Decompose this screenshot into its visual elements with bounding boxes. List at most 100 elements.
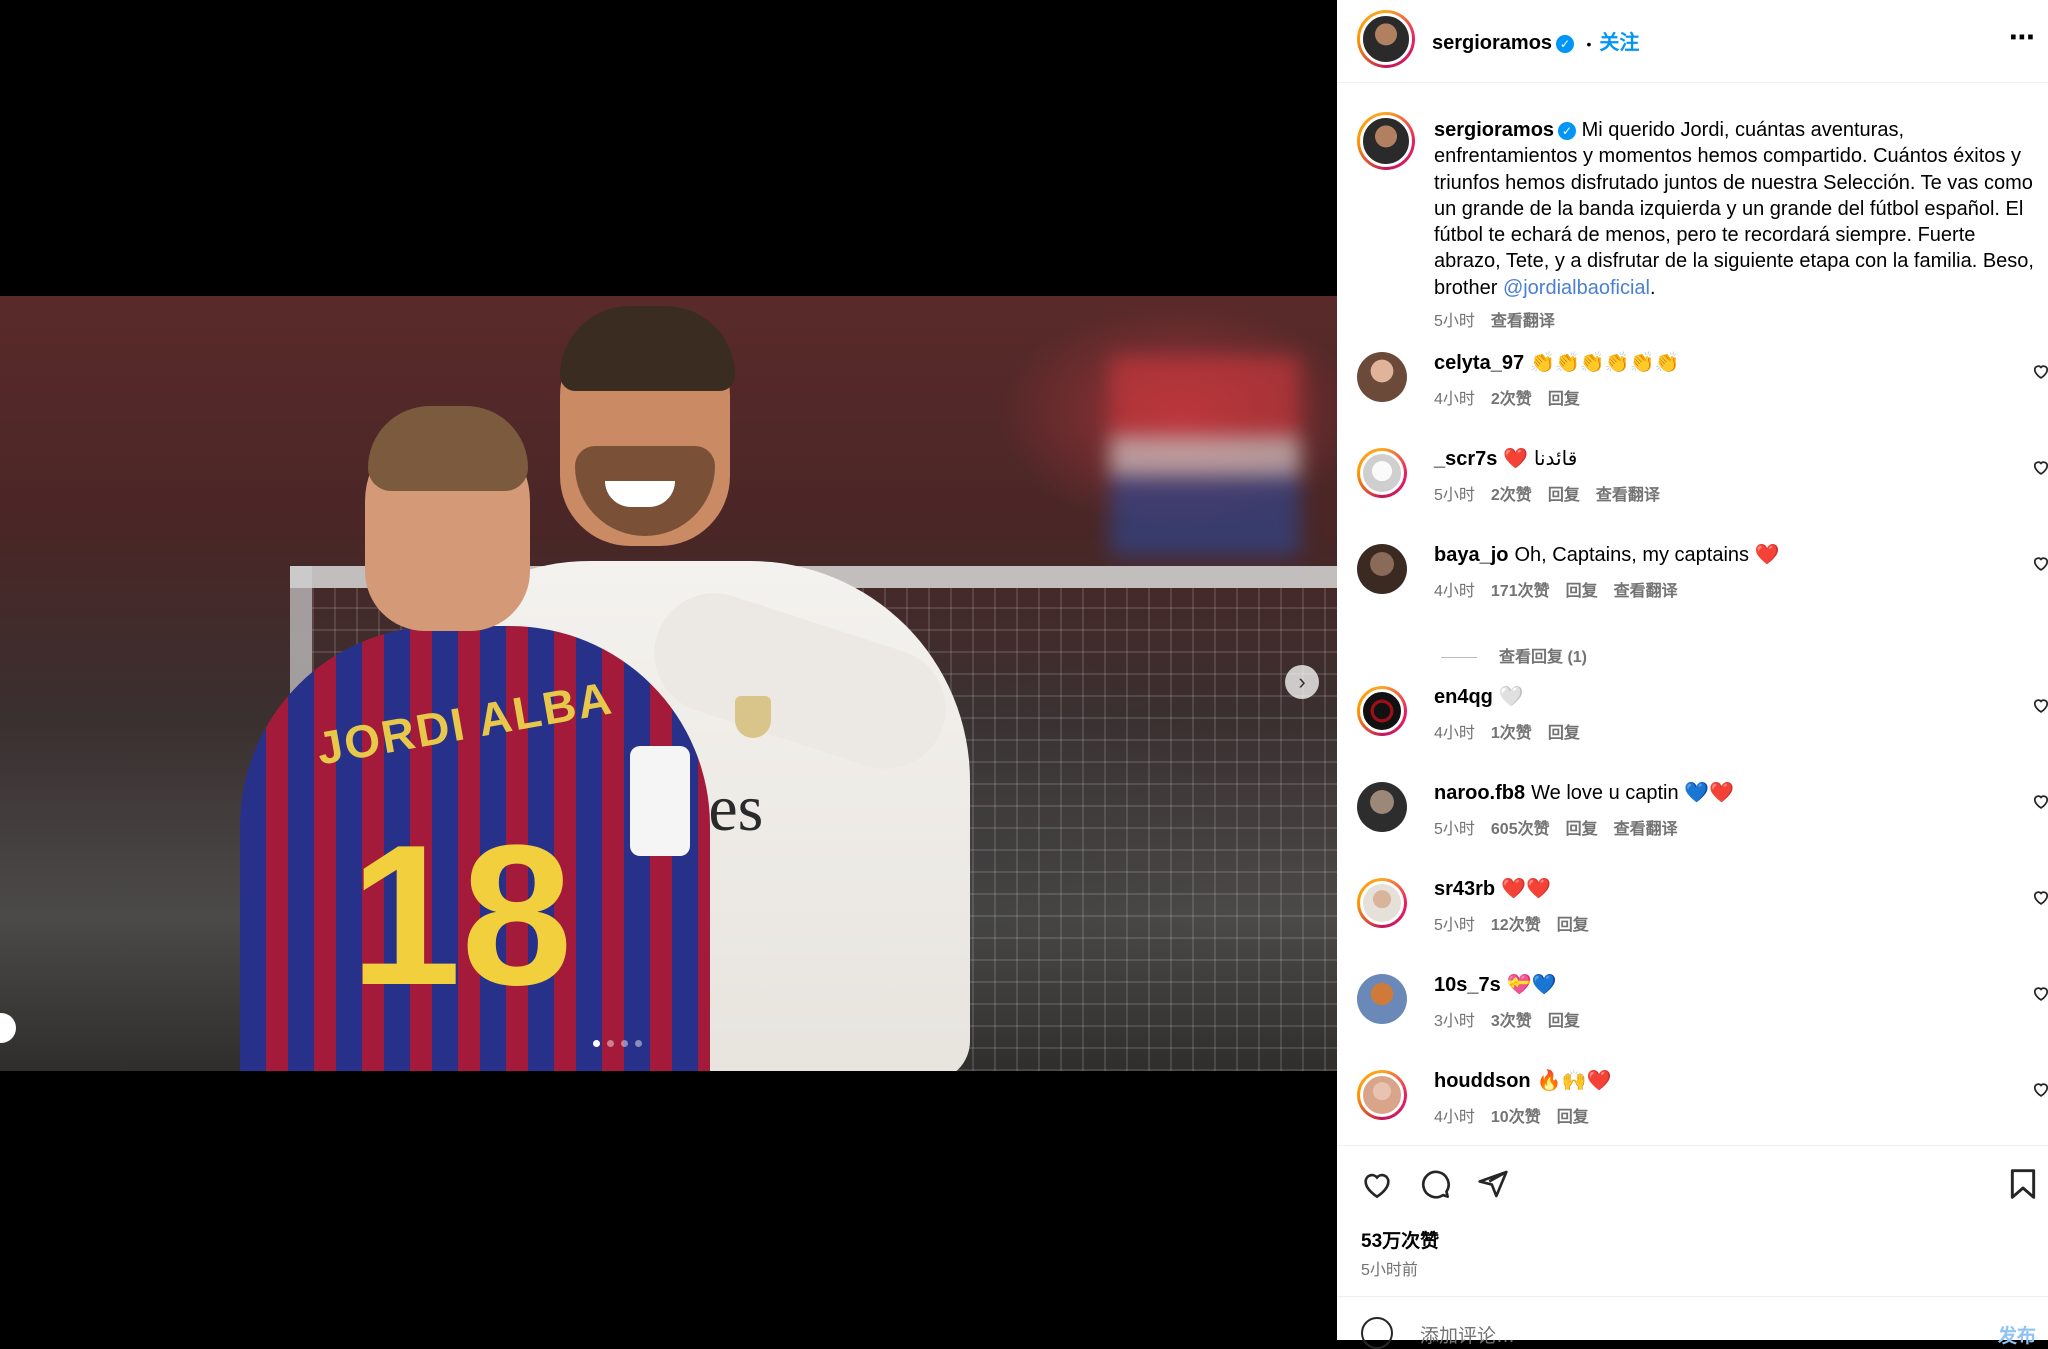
view-replies-link[interactable]: 查看回复 (1) [1441, 643, 1587, 667]
follow-button[interactable]: 关注 [1599, 32, 1639, 54]
comment-avatar[interactable] [1357, 686, 1407, 736]
like-count[interactable]: 53万次赞 [1361, 1226, 1439, 1253]
comment-username[interactable]: celyta_97 [1434, 352, 1524, 374]
comment-time[interactable]: 4小时 [1434, 391, 1475, 408]
comment-username[interactable]: baya_jo [1434, 544, 1508, 566]
comment-item: sr43rb ❤️❤️ 5小时 12次赞 回复 [1337, 876, 2048, 972]
caption-time[interactable]: 5小时 [1434, 313, 1475, 330]
comment-avatar[interactable] [1357, 1070, 1407, 1120]
comment-text-line: sr43rb ❤️❤️ [1434, 876, 1551, 901]
comment-like-heart-icon[interactable] [2032, 889, 2048, 910]
replies-divider [1441, 657, 1477, 659]
comment-like-count[interactable]: 1次赞 [1491, 725, 1532, 742]
comment-time[interactable]: 4小时 [1434, 583, 1475, 600]
comment-like-heart-icon[interactable] [2032, 793, 2048, 814]
comment-username[interactable]: _scr7s [1434, 448, 1497, 470]
comment-reply-button[interactable]: 回复 [1566, 583, 1598, 600]
comment-bubble-icon[interactable] [1417, 1166, 1453, 1202]
caption-author-avatar[interactable] [1357, 112, 1415, 170]
comment-like-count[interactable]: 171次赞 [1491, 583, 1550, 600]
comment-avatar[interactable] [1357, 782, 1407, 832]
comment-item: celyta_97 👏👏👏👏👏👏 4小时 2次赞 回复 [1337, 350, 2048, 446]
comment-reply-button[interactable]: 回复 [1548, 1013, 1580, 1030]
comment-avatar[interactable] [1357, 448, 1407, 498]
comment-meta: 5小时 2次赞 回复 查看翻译 [1434, 481, 1676, 505]
comment-item: _scr7s ❤️ قائدنا 5小时 2次赞 回复 查看翻译 [1337, 446, 2048, 542]
comment-like-count[interactable]: 2次赞 [1491, 487, 1532, 504]
more-options-icon[interactable]: ⋯ [2009, 22, 2036, 53]
carousel-dot [635, 1040, 642, 1047]
comment-like-heart-icon[interactable] [2032, 985, 2048, 1006]
media-viewer: tes JORDI ALBA 18 › [0, 0, 1337, 1340]
like-heart-icon[interactable] [1359, 1166, 1395, 1202]
carousel-indicator [593, 1040, 642, 1047]
save-bookmark-icon[interactable] [2005, 1166, 2041, 1202]
post-comment-button[interactable]: 发布 [1998, 1321, 2036, 1348]
comment-reply-button[interactable]: 回复 [1557, 1109, 1589, 1126]
share-send-icon[interactable] [1475, 1166, 1511, 1202]
comment-item: en4qg 🤍 4小时 1次赞 回复 [1337, 684, 2048, 780]
comment-username[interactable]: sr43rb [1434, 878, 1495, 900]
comment-reply-button[interactable]: 回复 [1566, 821, 1598, 838]
comment-avatar[interactable] [1357, 974, 1407, 1024]
comment-time[interactable]: 4小时 [1434, 1109, 1475, 1126]
comment-like-count[interactable]: 605次赞 [1491, 821, 1550, 838]
comment-like-heart-icon[interactable] [2032, 1081, 2048, 1102]
comment-translate-link[interactable]: 查看翻译 [1614, 583, 1678, 600]
carousel-dot [607, 1040, 614, 1047]
post-caption: sergioramos ✓ Mi querido Jordi, cuántas a… [1434, 117, 2040, 335]
comment-avatar[interactable] [1357, 544, 1407, 594]
add-comment-input[interactable]: 添加评论… [1420, 1321, 1515, 1348]
background-flag [1110, 356, 1300, 556]
post-photo[interactable]: tes JORDI ALBA 18 [0, 296, 1337, 1071]
caption-username[interactable]: sergioramos [1434, 119, 1554, 141]
comment-like-count[interactable]: 2次赞 [1491, 391, 1532, 408]
comment-body: 🔥🙌❤️ [1536, 1070, 1612, 1092]
comment-text-line: houddson 🔥🙌❤️ [1434, 1068, 1611, 1093]
comment-avatar[interactable] [1357, 878, 1407, 928]
comment-reply-button[interactable]: 回复 [1557, 917, 1589, 934]
comment-item: naroo.fb8 We love u captin 💙❤️ 5小时 605次赞 回复查… [1337, 780, 2048, 876]
comments-list[interactable]: celyta_97 👏👏👏👏👏👏 4小时 2次赞 回复 _scr7s ❤️ قائدنا 5小… [1337, 350, 2048, 1145]
comment-body: 💝💙 [1506, 974, 1557, 996]
header-separator: • [1586, 36, 1592, 52]
caption-translate-link[interactable]: 查看翻译 [1491, 313, 1555, 330]
comment-reply-button[interactable]: 回复 [1548, 725, 1580, 742]
comment-translate-link[interactable]: 查看翻译 [1614, 821, 1678, 838]
post-time: 5小时前 [1361, 1262, 1418, 1279]
caption-mention-link[interactable]: @jordialbaoficial [1503, 277, 1650, 299]
comment-username[interactable]: houddson [1434, 1070, 1531, 1092]
comment-time[interactable]: 3小时 [1434, 1013, 1475, 1030]
comment-like-count[interactable]: 12次赞 [1491, 917, 1541, 934]
comment-like-count[interactable]: 10次赞 [1491, 1109, 1541, 1126]
comment-time[interactable]: 5小时 [1434, 917, 1475, 934]
comment-username[interactable]: 10s_7s [1434, 974, 1501, 996]
comment-like-heart-icon[interactable] [2032, 459, 2048, 480]
comment-translate-link[interactable]: 查看翻译 [1596, 487, 1660, 504]
comment-like-count[interactable]: 3次赞 [1491, 1013, 1532, 1030]
comment-username[interactable]: naroo.fb8 [1434, 782, 1525, 804]
comment-body: ❤️ قائدنا [1503, 448, 1578, 470]
emoji-smile-icon[interactable] [1361, 1317, 1393, 1349]
comment-meta: 5小时 605次赞 回复 查看翻译 [1434, 815, 1694, 839]
author-avatar[interactable] [1357, 10, 1415, 68]
comment-like-heart-icon[interactable] [2032, 697, 2048, 718]
comment-time[interactable]: 4小时 [1434, 725, 1475, 742]
comment-body: 🤍 [1498, 686, 1524, 708]
comment-avatar[interactable] [1357, 352, 1407, 402]
comment-time[interactable]: 5小时 [1434, 821, 1475, 838]
comment-like-heart-icon[interactable] [2032, 363, 2048, 384]
post-side-panel: sergioramos ✓ • 关注 ⋯ sergioramos ✓ Mi queri… [1337, 0, 2048, 1349]
author-username[interactable]: sergioramos [1432, 32, 1552, 54]
player-ramos-hair [560, 306, 735, 391]
comment-reply-button[interactable]: 回复 [1548, 391, 1580, 408]
comment-like-heart-icon[interactable] [2032, 555, 2048, 576]
comment-text-line: baya_jo Oh, Captains, my captains ❤️ [1434, 542, 1780, 567]
comment-text-line: naroo.fb8 We love u captin 💙❤️ [1434, 780, 1734, 805]
carousel-next-button[interactable]: › [1285, 665, 1319, 699]
comment-username[interactable]: en4qg [1434, 686, 1493, 708]
comment-reply-button[interactable]: 回复 [1548, 487, 1580, 504]
comment-text-line: _scr7s ❤️ قائدنا [1434, 446, 1577, 471]
comment-meta: 5小时 12次赞 回复 [1434, 911, 1605, 935]
comment-time[interactable]: 5小时 [1434, 487, 1475, 504]
